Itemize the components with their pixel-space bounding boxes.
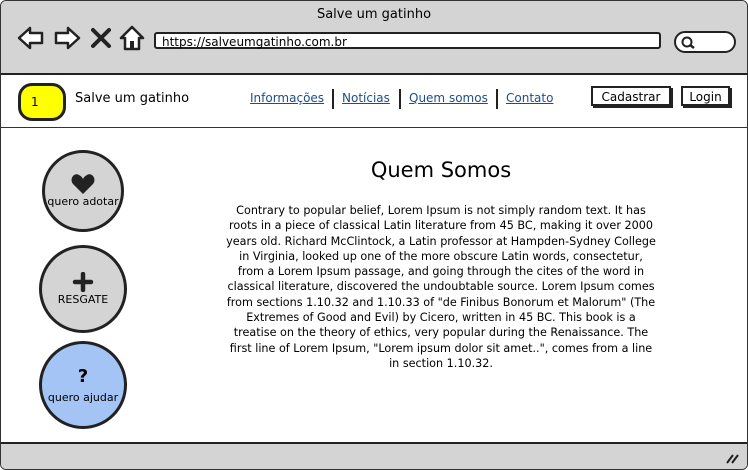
back-icon[interactable] — [17, 25, 45, 51]
adopt-label: quero adotar — [47, 195, 119, 208]
plus-icon — [72, 272, 94, 292]
register-button[interactable]: Cadastrar — [591, 86, 671, 106]
help-button[interactable]: ? quero ajudar — [39, 341, 127, 429]
search-field[interactable] — [674, 31, 736, 53]
browser-window: Salve um gatinho https://salveumgatinho.… — [0, 0, 748, 470]
about-paragraph: Contrary to popular belief, Lorem Ipsum … — [226, 204, 656, 370]
status-bar — [1, 442, 747, 469]
forward-icon[interactable] — [53, 25, 81, 51]
close-icon[interactable] — [89, 25, 113, 51]
logo[interactable]: 1 — [18, 83, 66, 121]
window-title: Salve um gatinho — [316, 7, 432, 22]
site-name: Salve um gatinho — [75, 91, 190, 106]
question-icon: ? — [77, 366, 89, 387]
url-bar[interactable]: https://salveumgatinho.com.br — [154, 32, 661, 49]
page-title: Quem Somos — [370, 158, 512, 182]
adopt-button[interactable]: quero adotar — [42, 150, 124, 232]
rescue-button[interactable]: RESGATE — [39, 245, 127, 333]
heart-icon — [71, 174, 95, 194]
search-icon[interactable] — [680, 35, 696, 51]
rescue-label: RESGATE — [57, 293, 109, 306]
login-button[interactable]: Login — [681, 86, 730, 106]
resize-grip-icon[interactable] — [725, 451, 739, 465]
nav-divider — [332, 89, 334, 109]
help-label: quero ajudar — [47, 391, 119, 404]
nav-noticias[interactable]: Notícias — [342, 91, 390, 105]
browser-toolbar: Salve um gatinho https://salveumgatinho.… — [1, 1, 747, 75]
nav-divider — [399, 89, 401, 109]
nav-quem-somos[interactable]: Quem somos — [409, 91, 488, 105]
home-icon[interactable] — [118, 25, 146, 51]
nav-divider — [496, 89, 498, 109]
nav-contato[interactable]: Contato — [506, 91, 553, 105]
nav-informacoes[interactable]: Informações — [250, 91, 324, 105]
